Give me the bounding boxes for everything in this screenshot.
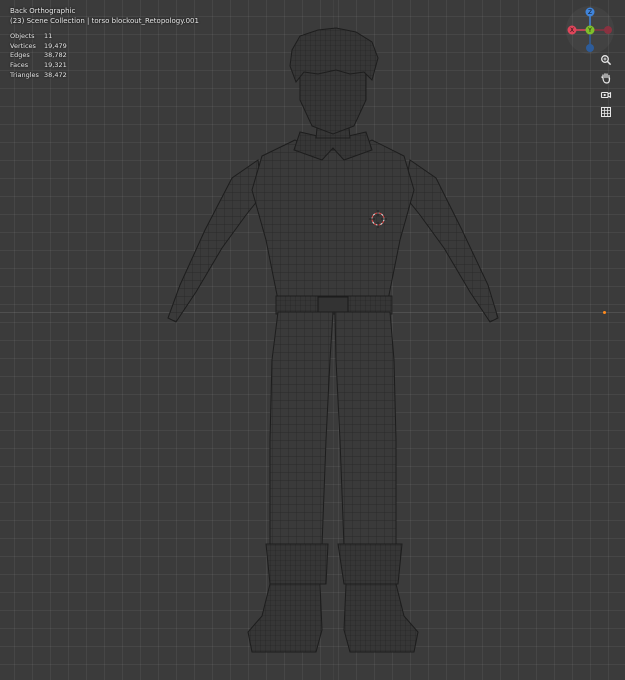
hand-pan-icon <box>601 73 611 84</box>
camera-view-button[interactable] <box>597 87 615 103</box>
3d-viewport[interactable]: Back Orthographic (23) Scene Collection … <box>0 0 625 680</box>
gizmo-x-axis[interactable]: X <box>567 25 577 35</box>
zoom-button[interactable] <box>597 52 615 68</box>
gizmo-neg-z-axis[interactable] <box>586 44 594 52</box>
left-pant-cuff <box>265 543 329 585</box>
right-shoe <box>343 583 419 653</box>
character-mesh-wireframe[interactable] <box>0 0 625 680</box>
gizmo-x-label: X <box>570 27 574 34</box>
viewport-info: Back Orthographic (23) Scene Collection … <box>10 6 199 26</box>
stat-value: 19,479 <box>44 41 67 50</box>
stat-row-vertices: Vertices 19,479 <box>10 42 67 52</box>
left-shoe <box>247 583 323 653</box>
left-arm <box>167 159 263 323</box>
stat-label: Faces <box>10 61 29 70</box>
stat-value: 19,321 <box>44 61 67 70</box>
stat-row-objects: Objects 11 <box>10 32 67 42</box>
ortho-grid-button[interactable] <box>597 104 615 120</box>
collection-line: (23) Scene Collection | torso blockout_R… <box>10 17 199 25</box>
pan-button[interactable] <box>597 70 615 86</box>
belt-buckle <box>317 296 349 313</box>
stat-value: 11 <box>44 32 53 40</box>
object-origin-dot <box>603 311 606 314</box>
stat-row-triangles: Triangles 38,472 <box>10 71 67 81</box>
gizmo-z-label: Z <box>588 9 592 16</box>
view-name: Back Orthographic <box>10 7 76 15</box>
stat-label: Triangles <box>10 70 39 79</box>
gizmo-y-label: Y <box>587 27 592 34</box>
stat-label: Objects <box>10 32 35 40</box>
gizmo-z-axis[interactable]: Z <box>585 7 595 17</box>
left-pant-leg <box>269 311 334 547</box>
navigation-gizmo[interactable]: Z X Y <box>563 4 617 58</box>
stat-value: 38,472 <box>44 70 67 79</box>
scene-statistics: Objects 11 Vertices 19,479 Edges 38,782 … <box>10 32 67 81</box>
stat-label: Vertices <box>10 41 36 50</box>
stat-value: 38,782 <box>44 51 67 60</box>
zoom-icon <box>601 55 612 66</box>
gizmo-neg-x-axis[interactable] <box>604 26 612 34</box>
stat-row-edges: Edges 38,782 <box>10 51 67 61</box>
camera-icon <box>600 91 612 99</box>
shirt-torso <box>251 139 415 301</box>
right-pant-leg <box>334 311 397 547</box>
grid-icon <box>601 107 611 117</box>
stat-label: Edges <box>10 51 30 60</box>
right-arm <box>403 159 499 323</box>
gizmo-y-axis[interactable]: Y <box>585 25 595 35</box>
stat-row-faces: Faces 19,321 <box>10 61 67 71</box>
right-pant-cuff <box>337 543 403 585</box>
